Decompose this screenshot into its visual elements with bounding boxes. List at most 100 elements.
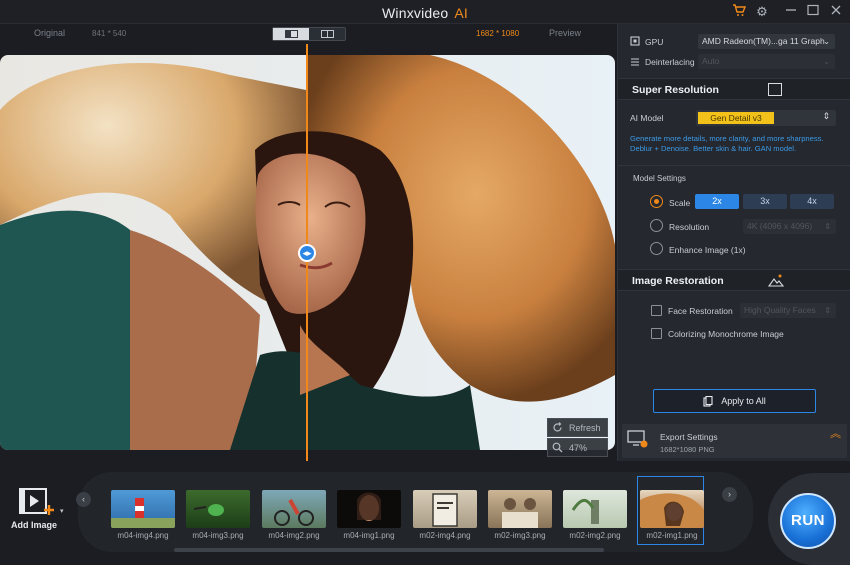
gpu-icon [630, 36, 640, 48]
scale-3x-button[interactable]: 3x [743, 194, 787, 209]
image-restoration-header: Image Restoration [618, 269, 850, 291]
add-image-icon [19, 488, 54, 515]
view-bar: Original 841 * 540 1682 * 1080 Preview [0, 24, 617, 44]
thumbnail[interactable] [337, 490, 401, 528]
resolution-value: 4K (4096 x 4096) [747, 221, 813, 231]
run-button[interactable]: RUN [780, 493, 836, 549]
ai-model-label: AI Model [630, 113, 664, 123]
apply-to-all-label: Apply to All [721, 396, 766, 406]
export-settings-panel[interactable]: Export Settings 1682*1080 PNG ︽ [622, 424, 847, 458]
refresh-button[interactable]: Refresh [547, 418, 608, 437]
thumbnail-image [571, 498, 599, 524]
add-image-label: Add Image [11, 520, 58, 530]
apply-to-all-button[interactable]: Apply to All [653, 389, 816, 413]
thumbnail[interactable] [186, 490, 250, 528]
restoration-icon [768, 274, 784, 287]
export-settings-icon [627, 430, 648, 448]
zoom-icon [552, 442, 563, 453]
colorize-checkbox[interactable] [651, 328, 662, 339]
divider [618, 165, 850, 166]
scale-label: Scale [669, 198, 691, 208]
ai-model-description: Generate more details, more clarity, and… [630, 134, 824, 153]
expand-up-icon[interactable]: ︽ [830, 429, 841, 440]
gpu-select[interactable]: AMD Radeon(TM)...ga 11 Graph ⌄ [698, 34, 835, 49]
thumbnail-name: m04-img2.png [268, 531, 320, 540]
ai-model-select[interactable]: Gen Detail v3 ⇕ [696, 110, 836, 126]
add-image-button[interactable]: ▾ Add Image [10, 487, 72, 533]
image-restoration-title: Image Restoration [632, 275, 724, 287]
resolution-radio[interactable] [650, 219, 663, 232]
thumbnail-name: m02-img4.png [419, 531, 471, 540]
export-settings-info: 1682*1080 PNG [660, 445, 715, 454]
super-resolution-header: Super Resolution [618, 78, 850, 100]
enhance-label: Enhance Image (1x) [669, 245, 746, 255]
scroll-left-arrow[interactable]: ‹ [76, 492, 91, 507]
thumbnail-image [432, 493, 458, 527]
scroll-right-arrow[interactable]: › [722, 487, 737, 502]
cart-icon[interactable] [730, 3, 748, 21]
original-resolution: 841 * 540 [92, 29, 127, 38]
zoom-control[interactable]: 47% [547, 438, 608, 457]
thumbnail-image [640, 493, 704, 528]
thumbnail-name: m02-img3.png [494, 531, 546, 540]
thumbnail-name: m02-img1.png [646, 531, 698, 540]
thumbnail[interactable] [262, 490, 326, 528]
updown-chevron-icon: ⇕ [822, 111, 830, 121]
face-restoration-checkbox[interactable] [651, 305, 662, 316]
thumbnail-scrollbar[interactable] [174, 548, 604, 552]
deinterlacing-select[interactable]: Auto ⌄ [698, 54, 835, 69]
title-bar: Winxvideo AI ⚙ [0, 0, 850, 24]
split-view-button[interactable] [273, 28, 309, 40]
scale-2x-button[interactable]: 2x [695, 194, 739, 209]
zoom-level: 47% [569, 442, 588, 453]
deinterlacing-value: Auto [702, 56, 720, 66]
upscale-icon [768, 83, 782, 96]
add-image-dropdown-icon[interactable]: ▾ [60, 507, 64, 515]
scale-radio[interactable] [650, 195, 663, 208]
resolution-label: Resolution [669, 222, 710, 232]
thumbnail-image [357, 492, 381, 521]
model-settings-label: Model Settings [633, 174, 686, 183]
app-title: Winxvideo AI [0, 5, 850, 21]
deinterlacing-icon [630, 57, 640, 69]
thumbnail-image [502, 498, 538, 528]
gpu-value: AMD Radeon(TM)...ga 11 Graph [702, 36, 825, 46]
deinterlacing-label: Deinterlacing [645, 57, 695, 67]
colorize-label: Colorizing Monochrome Image [668, 329, 784, 339]
enhance-radio[interactable] [650, 242, 663, 255]
app-name: Winxvideo [381, 5, 449, 21]
thumbnail-image [111, 498, 175, 528]
thumbnail-image [274, 499, 314, 526]
thumbnail[interactable] [488, 490, 552, 528]
close-icon[interactable] [827, 3, 845, 21]
updown-chevron-icon: ⇕ [824, 306, 831, 315]
refresh-icon [553, 422, 562, 432]
split-view-icon [284, 30, 298, 38]
apply-icon [703, 395, 713, 407]
thumbnail[interactable] [563, 490, 627, 528]
scale-4x-button[interactable]: 4x [790, 194, 834, 209]
thumbnail-name: m04-img1.png [343, 531, 395, 540]
maximize-icon[interactable] [804, 3, 822, 21]
super-resolution-title: Super Resolution [632, 84, 719, 96]
side-by-side-button[interactable] [309, 28, 345, 40]
minimize-icon[interactable] [782, 3, 800, 21]
thumbnail-name: m04-img4.png [117, 531, 169, 540]
thumbnail[interactable] [413, 490, 477, 528]
thumbnail[interactable] [111, 490, 175, 528]
ai-model-value: Gen Detail v3 [698, 112, 774, 124]
refresh-label: Refresh [569, 422, 601, 433]
compare-mode-toggle[interactable] [272, 27, 346, 41]
face-restoration-value: High Quality Faces [744, 305, 816, 315]
face-restoration-select[interactable]: High Quality Faces ⇕ [740, 303, 836, 318]
export-settings-label: Export Settings [660, 432, 718, 442]
settings-gear-icon[interactable]: ⚙ [753, 3, 771, 21]
updown-chevron-icon: ⇕ [824, 222, 831, 231]
compare-split-handle[interactable]: ◂▸ [298, 244, 316, 262]
preview-label: Preview [549, 28, 582, 38]
app-ai-suffix: AI [454, 5, 469, 21]
thumbnail[interactable] [640, 490, 704, 528]
thumbnail-name: m02-img2.png [569, 531, 621, 540]
resolution-select[interactable]: 4K (4096 x 4096) ⇕ [743, 219, 836, 234]
settings-panel: GPU AMD Radeon(TM)...ga 11 Graph ⌄ Deinte… [617, 24, 850, 461]
